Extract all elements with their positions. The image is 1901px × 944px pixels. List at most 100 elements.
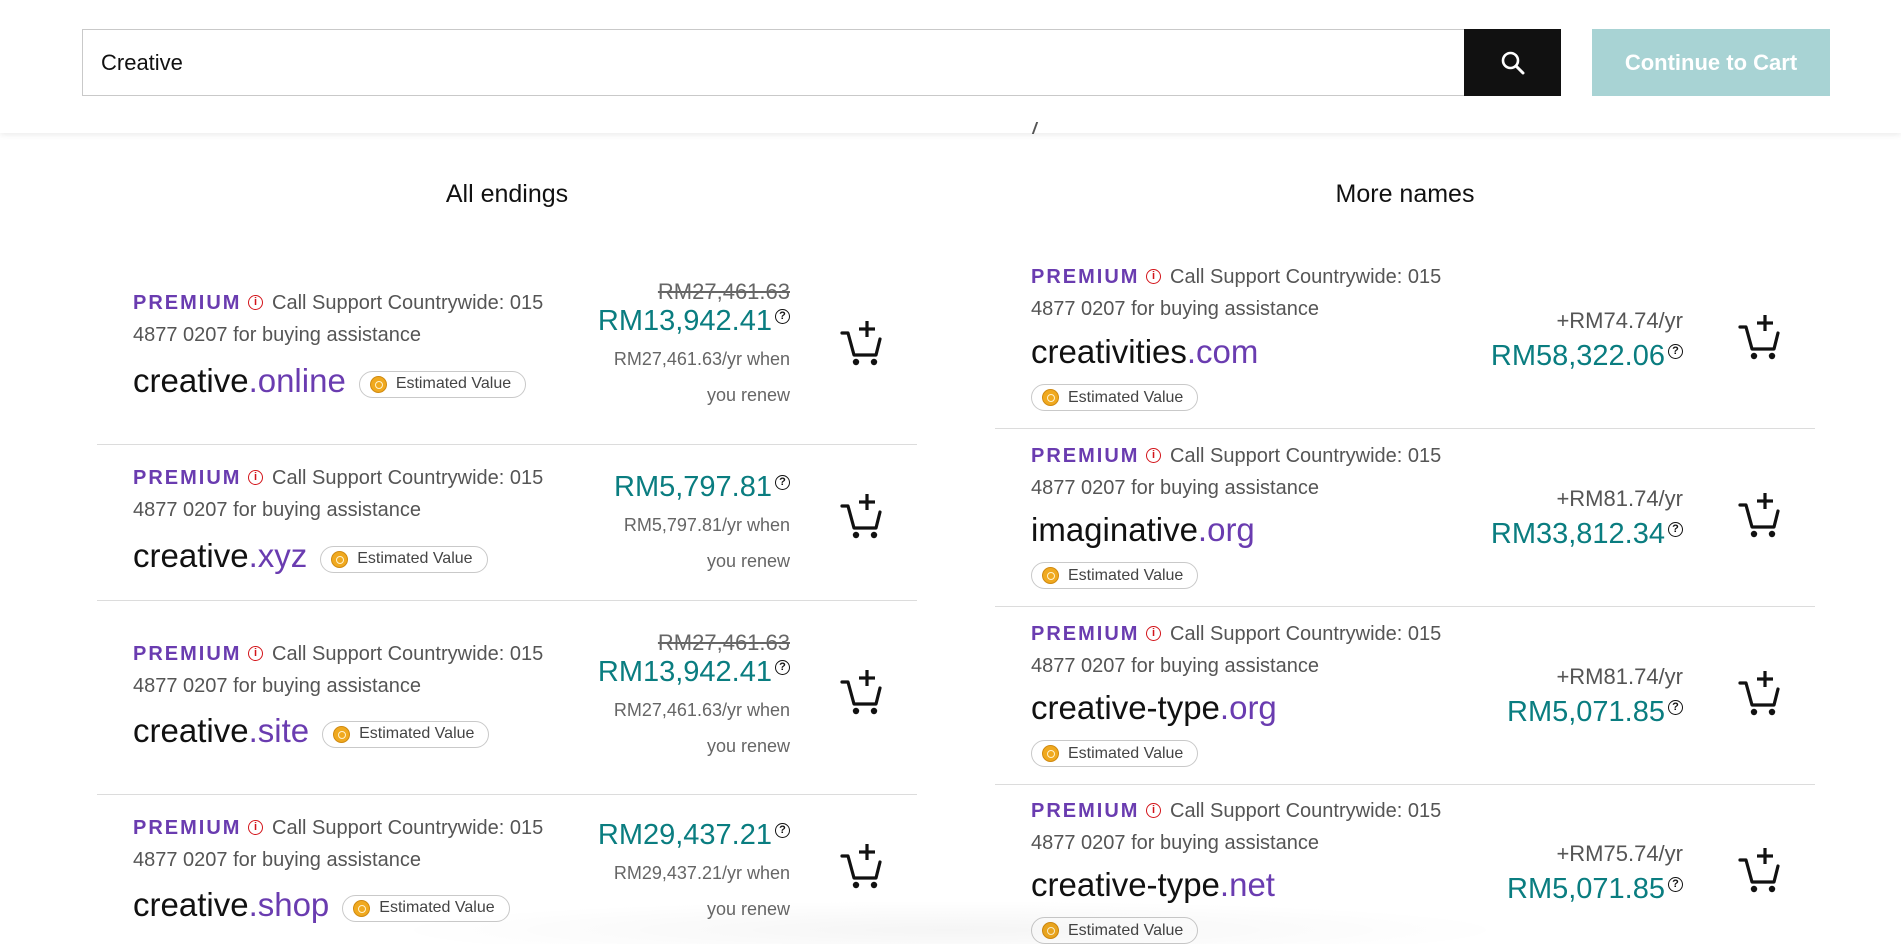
sale-price: RM5,071.85? xyxy=(1507,696,1683,729)
sale-price: RM58,322.06? xyxy=(1491,340,1683,373)
original-price: RM27,461.63 xyxy=(657,279,790,304)
renewal-text-2: you renew xyxy=(706,551,790,571)
support-text: Call Support Countrywide: 015 4877 0207 … xyxy=(1031,266,1442,320)
question-circle-icon[interactable]: ? xyxy=(775,475,790,490)
domain-name[interactable]: creative .xyz Estimated Value xyxy=(133,537,488,575)
yearly-fee: +RM75.74/yr xyxy=(1556,841,1683,866)
domain-base: creative xyxy=(133,362,249,399)
coin-icon xyxy=(1042,567,1059,584)
question-circle-icon[interactable]: ? xyxy=(775,660,790,675)
domain-base: creative-type xyxy=(1031,866,1220,903)
domain-tld: .org xyxy=(1197,511,1255,548)
domain-name[interactable]: creative-type .net xyxy=(1031,866,1275,904)
suggestion-row: PREMIUM i Call Support Countrywide: 015 … xyxy=(995,607,1815,785)
domain-base: creative xyxy=(133,712,249,749)
domain-result-row: PREMIUM i Call Support Countrywide: 015 … xyxy=(97,795,917,944)
suggestion-row: PREMIUM i Call Support Countrywide: 015 … xyxy=(995,250,1815,429)
support-text: Call Support Countrywide: 015 4877 0207 … xyxy=(133,292,544,346)
support-text: Call Support Countrywide: 015 4877 0207 … xyxy=(133,643,544,697)
estimated-value-wrapper: Estimated Value xyxy=(1031,740,1199,767)
domain-base: creative xyxy=(133,886,249,923)
question-circle-icon[interactable]: ? xyxy=(1668,522,1683,537)
question-circle-icon[interactable]: ? xyxy=(775,309,790,324)
add-to-cart-icon[interactable] xyxy=(1738,313,1782,361)
domain-name[interactable]: creative .site Estimated Value xyxy=(133,712,490,750)
domain-result-row: PREMIUM i Call Support Countrywide: 015 … xyxy=(97,262,917,445)
support-text: Call Support Countrywide: 015 4877 0207 … xyxy=(1031,800,1442,854)
estimated-value-badge[interactable]: Estimated Value xyxy=(320,545,488,573)
domain-name[interactable]: creativities .com xyxy=(1031,333,1258,371)
domain-tld: .net xyxy=(1219,866,1275,903)
coin-icon xyxy=(369,375,387,393)
estimated-value-badge[interactable]: Estimated Value xyxy=(1031,562,1199,589)
estimated-value-label: Estimated Value xyxy=(1068,744,1184,762)
renewal-text: RM29,437.21/yr when xyxy=(613,863,790,883)
all-endings-heading: All endings xyxy=(445,180,569,208)
support-text: Call Support Countrywide: 015 4877 0207 … xyxy=(133,817,544,871)
sale-price: RM5,071.85? xyxy=(1507,873,1683,906)
search-button[interactable] xyxy=(1464,29,1561,96)
add-to-cart-icon[interactable] xyxy=(840,492,884,540)
add-to-cart-icon[interactable] xyxy=(1738,846,1782,894)
sale-price: RM13,942.41? xyxy=(598,305,790,338)
question-circle-icon[interactable]: ? xyxy=(1668,700,1683,715)
domain-name[interactable]: creative .online Estimated Value xyxy=(133,362,527,400)
yearly-fee: +RM81.74/yr xyxy=(1556,664,1683,689)
estimated-value-label: Estimated Value xyxy=(1068,566,1184,584)
coin-icon xyxy=(1042,745,1059,762)
domain-tld: .xyz xyxy=(248,537,308,574)
renewal-text: RM27,461.63/yr when xyxy=(613,349,790,369)
price-block: RM5,797.81? RM5,797.81/yr when you renew xyxy=(614,471,790,579)
yearly-fee: +RM74.74/yr xyxy=(1556,308,1683,333)
coin-icon xyxy=(333,725,351,743)
estimated-value-badge[interactable]: Estimated Value xyxy=(1031,384,1199,411)
add-to-cart-icon[interactable] xyxy=(840,842,884,890)
domain-result-row: PREMIUM i Call Support Countrywide: 015 … xyxy=(97,445,917,601)
coin-icon xyxy=(353,899,371,917)
price-block: +RM74.74/yr RM58,322.06? xyxy=(1491,308,1683,373)
estimated-value-label: Estimated Value xyxy=(379,899,495,916)
domain-tld: .online xyxy=(248,362,346,399)
domain-tld: .org xyxy=(1219,689,1277,726)
price-block: +RM75.74/yr RM5,071.85? xyxy=(1507,841,1683,906)
continue-to-cart-button[interactable]: Continue to Cart xyxy=(1592,29,1830,96)
price-block: +RM81.74/yr RM33,812.34? xyxy=(1491,486,1683,551)
domain-result-row: PREMIUM i Call Support Countrywide: 015 … xyxy=(97,601,917,795)
estimated-value-badge[interactable]: Estimated Value xyxy=(322,720,490,748)
renewal-text-2: you renew xyxy=(706,385,790,405)
domain-name[interactable]: imaginative .org xyxy=(1031,511,1255,549)
domain-tld: .shop xyxy=(248,886,330,923)
coin-icon xyxy=(1042,389,1059,406)
estimated-value-label: Estimated Value xyxy=(359,725,475,742)
renewal-text-2: you renew xyxy=(706,899,790,919)
estimated-value-badge[interactable]: Estimated Value xyxy=(342,894,510,922)
add-to-cart-icon[interactable] xyxy=(840,668,884,716)
domain-base: imaginative xyxy=(1031,511,1198,548)
domain-base: creative xyxy=(133,537,249,574)
domain-base: creativities xyxy=(1031,333,1187,370)
estimated-value-label: Estimated Value xyxy=(395,375,512,392)
search-input[interactable] xyxy=(82,29,1464,96)
add-to-cart-icon[interactable] xyxy=(1738,669,1782,717)
estimated-value-badge[interactable]: Estimated Value xyxy=(1031,740,1199,767)
estimated-value-badge[interactable]: Estimated Value xyxy=(358,370,527,398)
sale-price: RM33,812.34? xyxy=(1491,518,1683,551)
add-to-cart-icon[interactable] xyxy=(840,319,884,367)
sale-price: RM13,942.41? xyxy=(598,656,790,689)
domain-name[interactable]: creative-type .org xyxy=(1031,689,1277,727)
domain-base: creative-type xyxy=(1031,689,1220,726)
question-circle-icon[interactable]: ? xyxy=(775,823,790,838)
domain-tld: .site xyxy=(248,712,310,749)
header-bar: Continue to Cart xyxy=(0,0,1901,133)
question-circle-icon[interactable]: ? xyxy=(1668,344,1683,359)
renewal-text-2: you renew xyxy=(706,736,790,756)
price-block: RM27,461.63 RM13,942.41? RM27,461.63/yr … xyxy=(598,630,790,764)
domain-name[interactable]: creative .shop Estimated Value xyxy=(133,886,510,924)
estimated-value-wrapper: Estimated Value xyxy=(1031,384,1199,411)
estimated-value-badge[interactable]: Estimated Value xyxy=(1031,917,1199,944)
renewal-text: RM27,461.63/yr when xyxy=(613,700,790,720)
renewal-text: RM5,797.81/yr when xyxy=(623,515,790,535)
estimated-value-wrapper: Estimated Value xyxy=(1031,917,1199,944)
question-circle-icon[interactable]: ? xyxy=(1668,877,1683,892)
add-to-cart-icon[interactable] xyxy=(1738,491,1782,539)
